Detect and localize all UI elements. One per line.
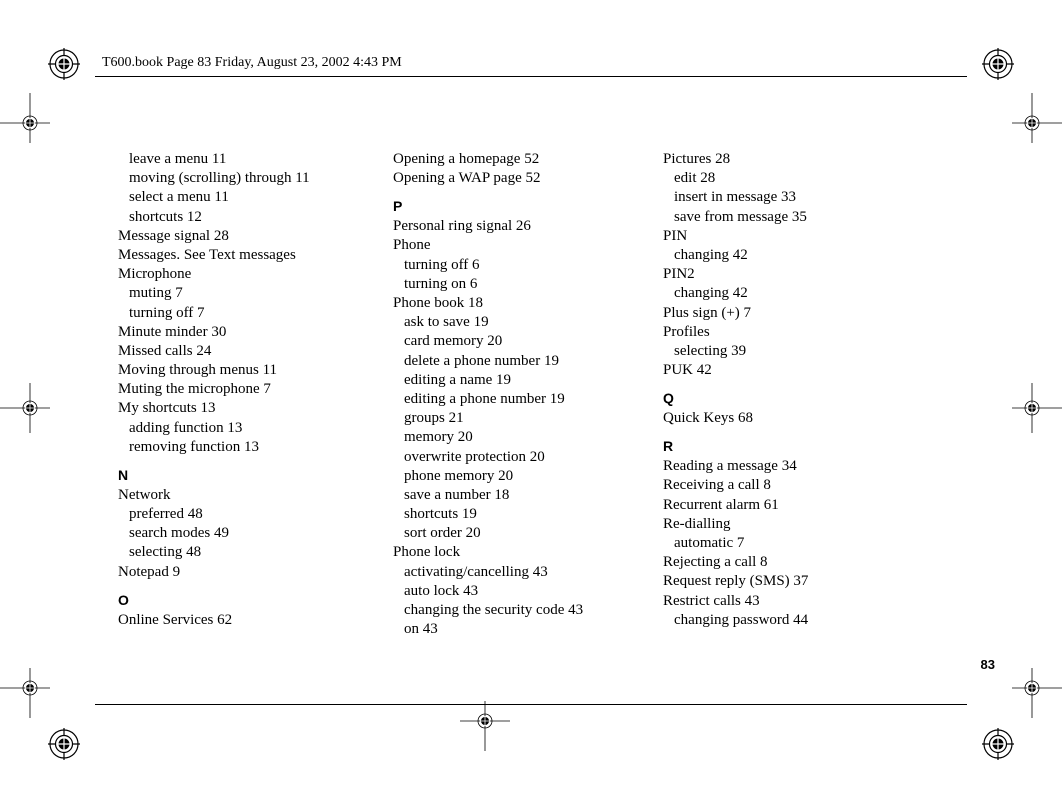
index-subentry: turning off 7 <box>118 304 393 323</box>
index-subentry: selecting 39 <box>663 342 933 361</box>
index-entry: Notepad 9 <box>118 563 393 582</box>
index-subentry: shortcuts 19 <box>393 505 663 524</box>
index-entry: Recurrent alarm 61 <box>663 496 933 515</box>
index-subentry: turning on 6 <box>393 275 663 294</box>
index-subentry: turning off 6 <box>393 256 663 275</box>
index-entry: Muting the microphone 7 <box>118 380 393 399</box>
index-letter-heading: R <box>663 438 933 456</box>
index-subentry: save a number 18 <box>393 486 663 505</box>
index-entry: Quick Keys 68 <box>663 409 933 428</box>
index-entry: Message signal 28 <box>118 227 393 246</box>
index-subentry: shortcuts 12 <box>118 208 393 227</box>
index-column-2: Opening a homepage 52Opening a WAP page … <box>393 150 663 639</box>
index-subentry: removing function 13 <box>118 438 393 457</box>
index-subentry: changing the security code 43 <box>393 601 663 620</box>
index-subentry: editing a name 19 <box>393 371 663 390</box>
index-subentry: moving (scrolling) through 11 <box>118 169 393 188</box>
index-subentry: save from message 35 <box>663 208 933 227</box>
index-content: leave a menu 11moving (scrolling) throug… <box>118 150 1002 639</box>
index-entry: Phone <box>393 236 663 255</box>
printer-mark-icon <box>982 48 1014 80</box>
footer-rule <box>95 704 967 705</box>
index-column-1: leave a menu 11moving (scrolling) throug… <box>118 150 393 639</box>
index-subentry: insert in message 33 <box>663 188 933 207</box>
index-subentry: changing 42 <box>663 246 933 265</box>
index-subentry: preferred 48 <box>118 505 393 524</box>
index-subentry: memory 20 <box>393 428 663 447</box>
index-subentry: delete a phone number 19 <box>393 352 663 371</box>
index-letter-heading: O <box>118 592 393 610</box>
index-entry: PIN2 <box>663 265 933 284</box>
index-subentry: phone memory 20 <box>393 467 663 486</box>
index-entry: Moving through menus 11 <box>118 361 393 380</box>
printer-mark-icon <box>48 728 80 760</box>
index-subentry: changing 42 <box>663 284 933 303</box>
index-entry: PIN <box>663 227 933 246</box>
crop-mark-icon <box>0 93 60 158</box>
index-subentry: ask to save 19 <box>393 313 663 332</box>
index-entry: PUK 42 <box>663 361 933 380</box>
index-subentry: automatic 7 <box>663 534 933 553</box>
index-subentry: selecting 48 <box>118 543 393 562</box>
index-entry: Microphone <box>118 265 393 284</box>
page-header: T600.book Page 83 Friday, August 23, 200… <box>102 55 402 71</box>
index-entry: Receiving a call 8 <box>663 476 933 495</box>
index-subentry: auto lock 43 <box>393 582 663 601</box>
index-letter-heading: Q <box>663 390 933 408</box>
index-entry: Pictures 28 <box>663 150 933 169</box>
crop-mark-icon <box>1002 93 1062 158</box>
crop-mark-icon <box>0 658 60 723</box>
index-column-3: Pictures 28edit 28insert in message 33sa… <box>663 150 933 639</box>
index-subentry: editing a phone number 19 <box>393 390 663 409</box>
index-entry: Minute minder 30 <box>118 323 393 342</box>
index-entry: Personal ring signal 26 <box>393 217 663 236</box>
printer-mark-icon <box>982 728 1014 760</box>
index-entry: Opening a homepage 52 <box>393 150 663 169</box>
index-entry: Online Services 62 <box>118 611 393 630</box>
page-number: 83 <box>981 657 995 672</box>
crop-mark-icon <box>455 691 515 756</box>
index-entry: Reading a message 34 <box>663 457 933 476</box>
index-subentry: adding function 13 <box>118 419 393 438</box>
index-subentry: muting 7 <box>118 284 393 303</box>
index-subentry: card memory 20 <box>393 332 663 351</box>
index-subentry: activating/cancelling 43 <box>393 563 663 582</box>
index-entry: Missed calls 24 <box>118 342 393 361</box>
index-subentry: edit 28 <box>663 169 933 188</box>
index-entry: Request reply (SMS) 37 <box>663 572 933 591</box>
index-subentry: select a menu 11 <box>118 188 393 207</box>
index-entry: Plus sign (+) 7 <box>663 304 933 323</box>
index-subentry: groups 21 <box>393 409 663 428</box>
index-entry: Re-dialling <box>663 515 933 534</box>
index-entry: Opening a WAP page 52 <box>393 169 663 188</box>
index-subentry: sort order 20 <box>393 524 663 543</box>
crop-mark-icon <box>1002 378 1062 443</box>
index-entry: Phone book 18 <box>393 294 663 313</box>
index-entry: Messages. See Text messages <box>118 246 393 265</box>
index-entry: Rejecting a call 8 <box>663 553 933 572</box>
index-subentry: changing password 44 <box>663 611 933 630</box>
index-letter-heading: N <box>118 467 393 485</box>
printer-mark-icon <box>48 48 80 80</box>
index-entry: Phone lock <box>393 543 663 562</box>
index-entry: My shortcuts 13 <box>118 399 393 418</box>
index-subentry: leave a menu 11 <box>118 150 393 169</box>
index-entry: Profiles <box>663 323 933 342</box>
index-entry: Restrict calls 43 <box>663 592 933 611</box>
index-entry: Network <box>118 486 393 505</box>
crop-mark-icon <box>1002 658 1062 723</box>
index-letter-heading: P <box>393 198 663 216</box>
index-subentry: overwrite protection 20 <box>393 448 663 467</box>
index-subentry: on 43 <box>393 620 663 639</box>
crop-mark-icon <box>0 378 60 443</box>
index-subentry: search modes 49 <box>118 524 393 543</box>
header-rule <box>95 76 967 77</box>
